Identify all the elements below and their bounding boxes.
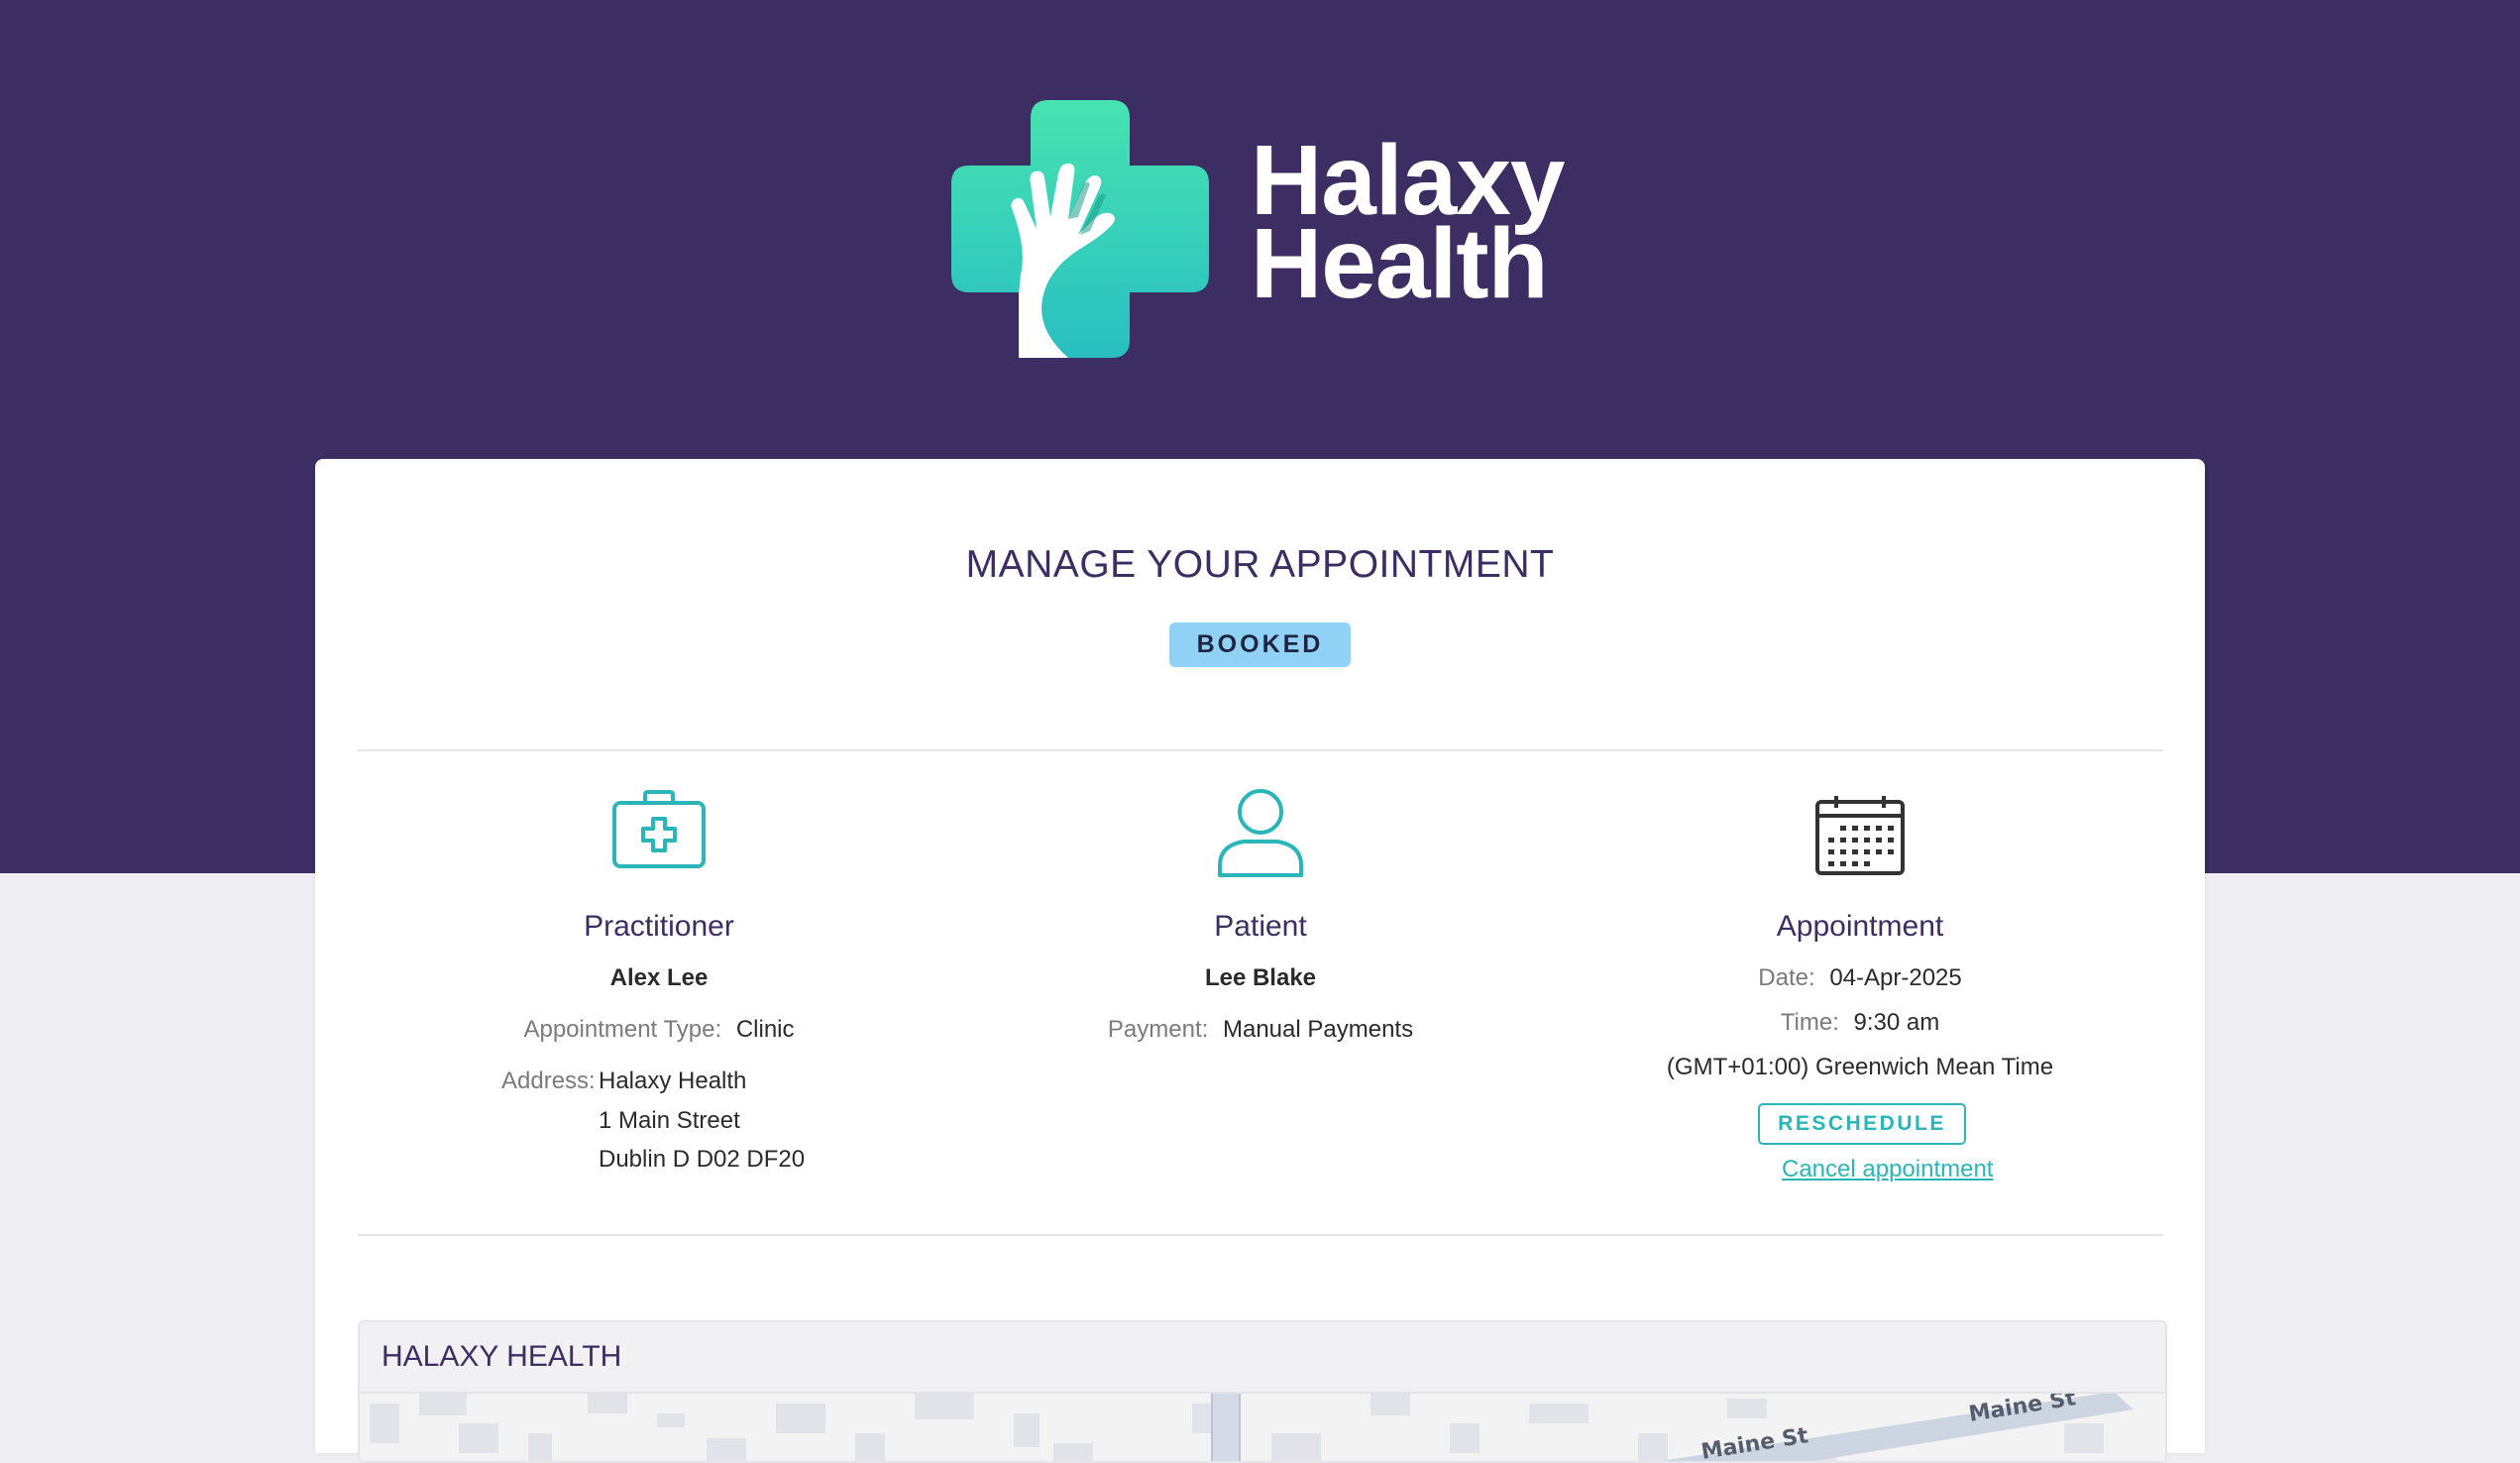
appointment-type-row: Appointment Type: Clinic [362,1016,956,1044]
time-label: Time: [1780,1009,1839,1036]
patient-heading: Patient [1214,910,1307,943]
medical-kit-icon [612,790,706,868]
date-row: Date: 04-Apr-2025 [1563,964,2157,992]
appointment-heading: Appointment [1776,910,1944,943]
reschedule-button[interactable]: RESCHEDULE [1758,1103,1966,1145]
appointment-type-value: Clinic [735,1016,795,1043]
address-label: Address: [501,1068,596,1094]
appointment-type-label: Appointment Type: [523,1016,722,1043]
patient-name: Lee Blake [1204,964,1317,991]
date-value: 04-Apr-2025 [1829,964,1962,991]
page-title: MANAGE YOUR APPOINTMENT [965,543,1555,586]
time-row: Time: 9:30 am [1563,1009,2157,1037]
status-badge: BOOKED [1169,622,1351,667]
map-title: HALAXY HEALTH [382,1340,622,1373]
halaxy-health-logo[interactable]: Halaxy Health [951,100,1586,358]
user-icon [1218,789,1303,877]
location-map-panel: HALAXY HEALTH Maine St Maine St [358,1320,2167,1463]
time-value: 9:30 am [1853,1009,1940,1036]
address-line-1: Halaxy Health [599,1068,747,1094]
map-header: HALAXY HEALTH [360,1322,2165,1394]
timezone-text: (GMT+01:00) Greenwich Mean Time [1666,1054,2054,1080]
top-divider [358,749,2163,751]
brand-line-2: Health [1251,208,1549,319]
calendar-icon [1815,796,1905,875]
address-line-3: Dublin D D02 DF20 [599,1146,806,1173]
cancel-appointment-link[interactable]: Cancel appointment [1782,1156,1993,1183]
payment-label: Payment: [1107,1016,1209,1043]
payment-value: Manual Payments [1222,1016,1414,1043]
brand-name: Halaxy Health [1251,131,1565,319]
payment-row: Payment: Manual Payments [963,1016,1558,1044]
practitioner-heading: Practitioner [584,910,734,943]
appointment-card: MANAGE YOUR APPOINTMENT BOOKED Practitio… [315,459,2205,1463]
address-line-2: 1 Main Street [599,1107,740,1134]
bottom-divider [358,1234,2163,1236]
practitioner-name: Alex Lee [609,964,709,991]
date-label: Date: [1758,964,1815,991]
cross-hand-icon [951,100,1209,358]
